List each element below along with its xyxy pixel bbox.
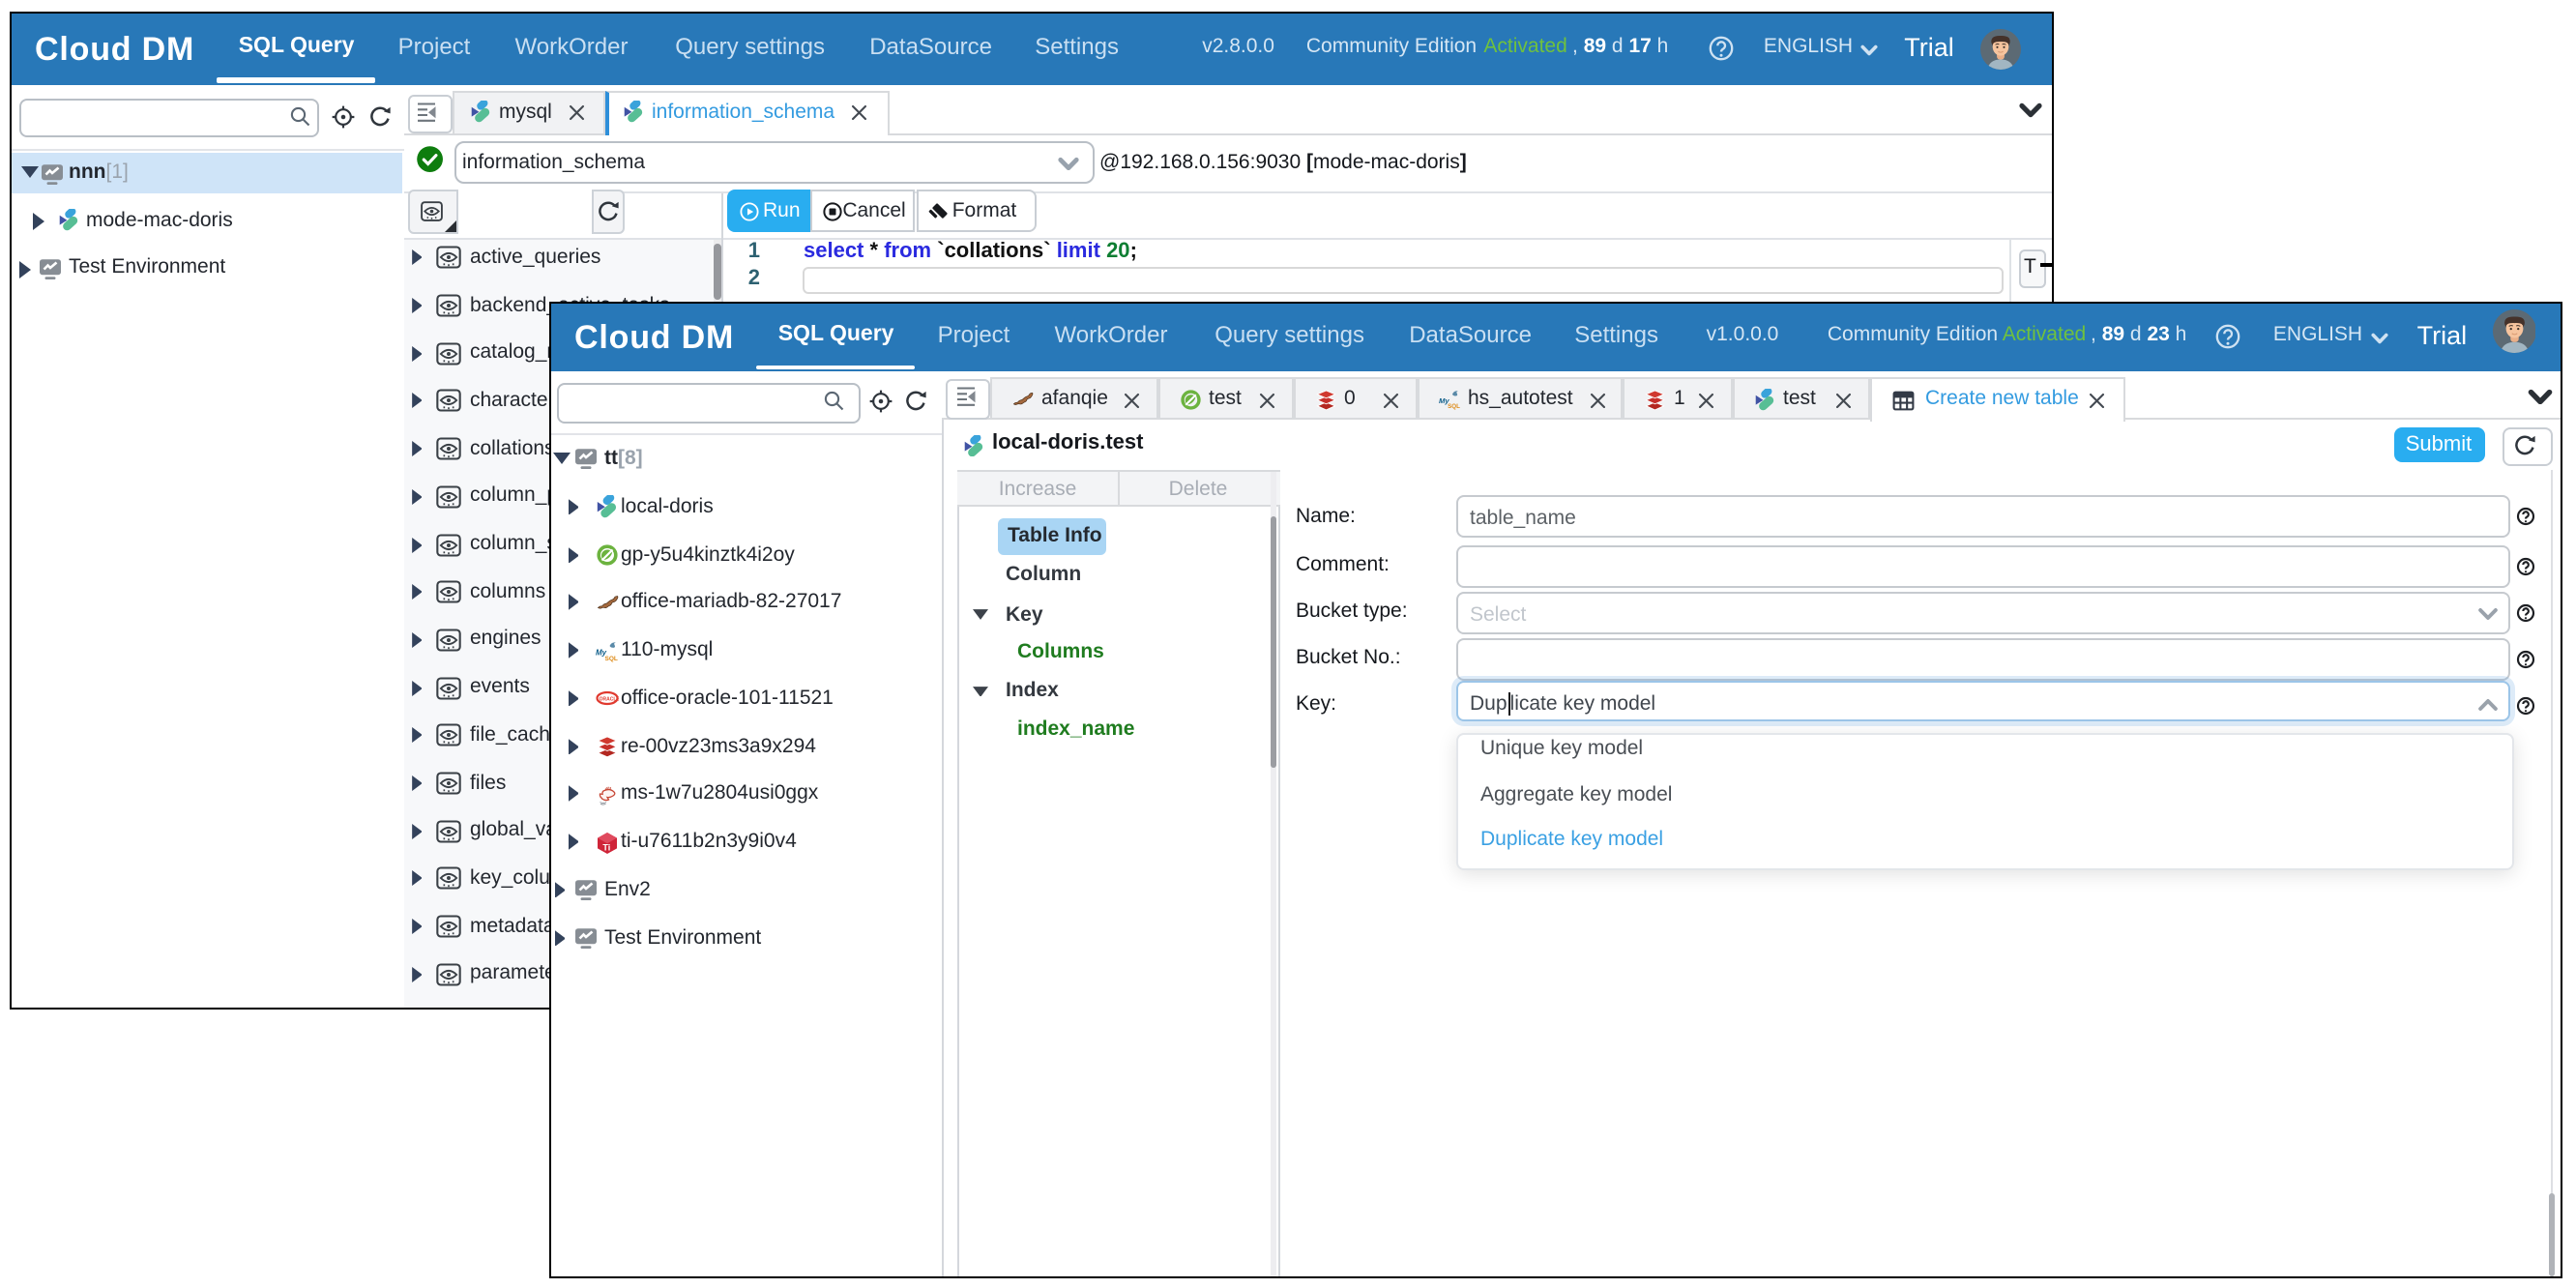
svg-text:SQL: SQL xyxy=(1447,403,1459,410)
svg-text:Ti: Ti xyxy=(601,842,609,852)
svg-text:ORACLE: ORACLE xyxy=(599,696,618,702)
svg-text:SQL: SQL xyxy=(604,655,617,661)
